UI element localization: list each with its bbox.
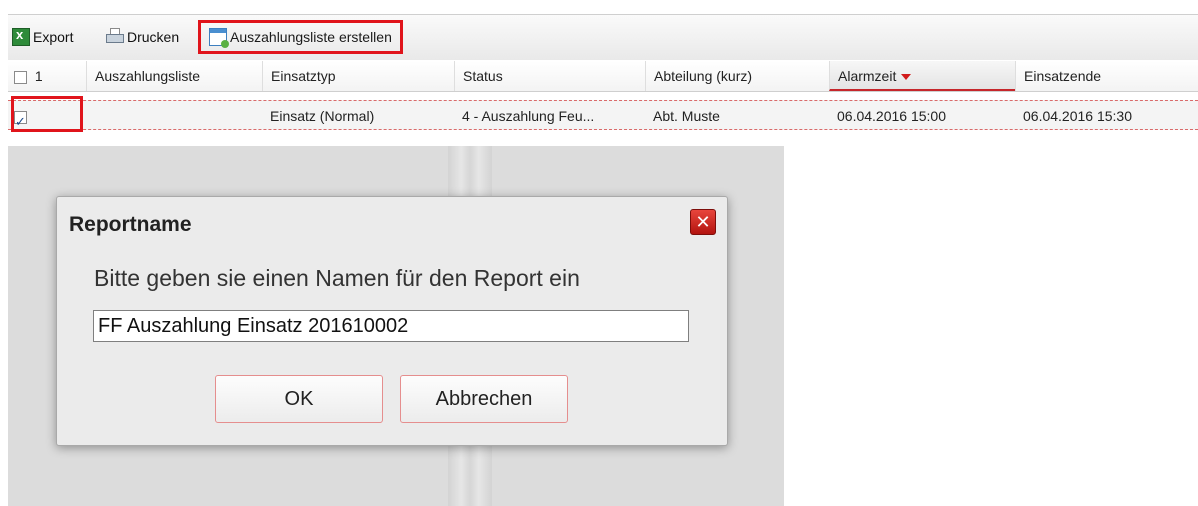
cell-abteilung: Abt. Muste [653, 108, 720, 124]
select-count: 1 [34, 68, 43, 84]
cell-einsatzende: 06.04.2016 15:30 [1023, 108, 1132, 124]
table-row[interactable]: Einsatz (Normal) 4 - Auszahlung Feu... A… [8, 100, 1198, 131]
column-header-einsatztyp[interactable]: Einsatztyp [262, 61, 454, 91]
ok-button[interactable]: OK [215, 375, 383, 423]
export-label: Export [33, 29, 74, 45]
column-header-einsatzende[interactable]: Einsatzende [1015, 61, 1198, 91]
select-all-header[interactable]: 1 [8, 61, 86, 91]
close-icon[interactable]: ✕ [690, 209, 716, 235]
column-header-status[interactable]: Status [454, 61, 645, 91]
row-selection-highlight [11, 96, 83, 132]
cell-auszahlungsliste [86, 101, 262, 131]
cell-alarmzeit: 06.04.2016 15:00 [837, 108, 946, 124]
column-header-alarmzeit[interactable]: Alarmzeit [829, 61, 1015, 91]
create-payout-list-button[interactable]: Auszahlungsliste erstellen [198, 20, 403, 54]
print-button[interactable]: Drucken [106, 25, 179, 49]
column-header-alarmzeit-label: Alarmzeit [838, 68, 897, 84]
sort-descending-icon [901, 74, 912, 81]
export-button[interactable]: Export [12, 25, 73, 49]
toolbar: Export Drucken Auszahlungsliste erstelle… [8, 14, 1198, 60]
create-payout-list-label: Auszahlungsliste erstellen [230, 29, 392, 45]
grid-panel: Export Drucken Auszahlungsliste erstelle… [8, 14, 1198, 132]
select-all-checkbox[interactable] [14, 70, 27, 84]
print-label: Drucken [127, 29, 180, 45]
column-header-abteilung[interactable]: Abteilung (kurz) [645, 61, 829, 91]
excel-icon [12, 27, 30, 46]
dialog-title: Reportname [69, 213, 192, 236]
grid-header: 1 Auszahlungsliste Einsatztyp Status Abt… [8, 61, 1198, 92]
column-header-auszahlungsliste[interactable]: Auszahlungsliste [86, 61, 262, 91]
new-list-icon [209, 28, 229, 48]
cell-status: 4 - Auszahlung Feu... [462, 108, 595, 124]
dialog-message: Bitte geben sie einen Namen für den Repo… [94, 265, 580, 291]
printer-icon [106, 28, 124, 46]
cancel-button[interactable]: Abbrechen [400, 375, 568, 423]
report-name-input[interactable] [93, 310, 689, 342]
cell-einsatztyp: Einsatz (Normal) [270, 108, 375, 124]
report-name-dialog: Reportname ✕ Bitte geben sie einen Namen… [56, 196, 728, 446]
